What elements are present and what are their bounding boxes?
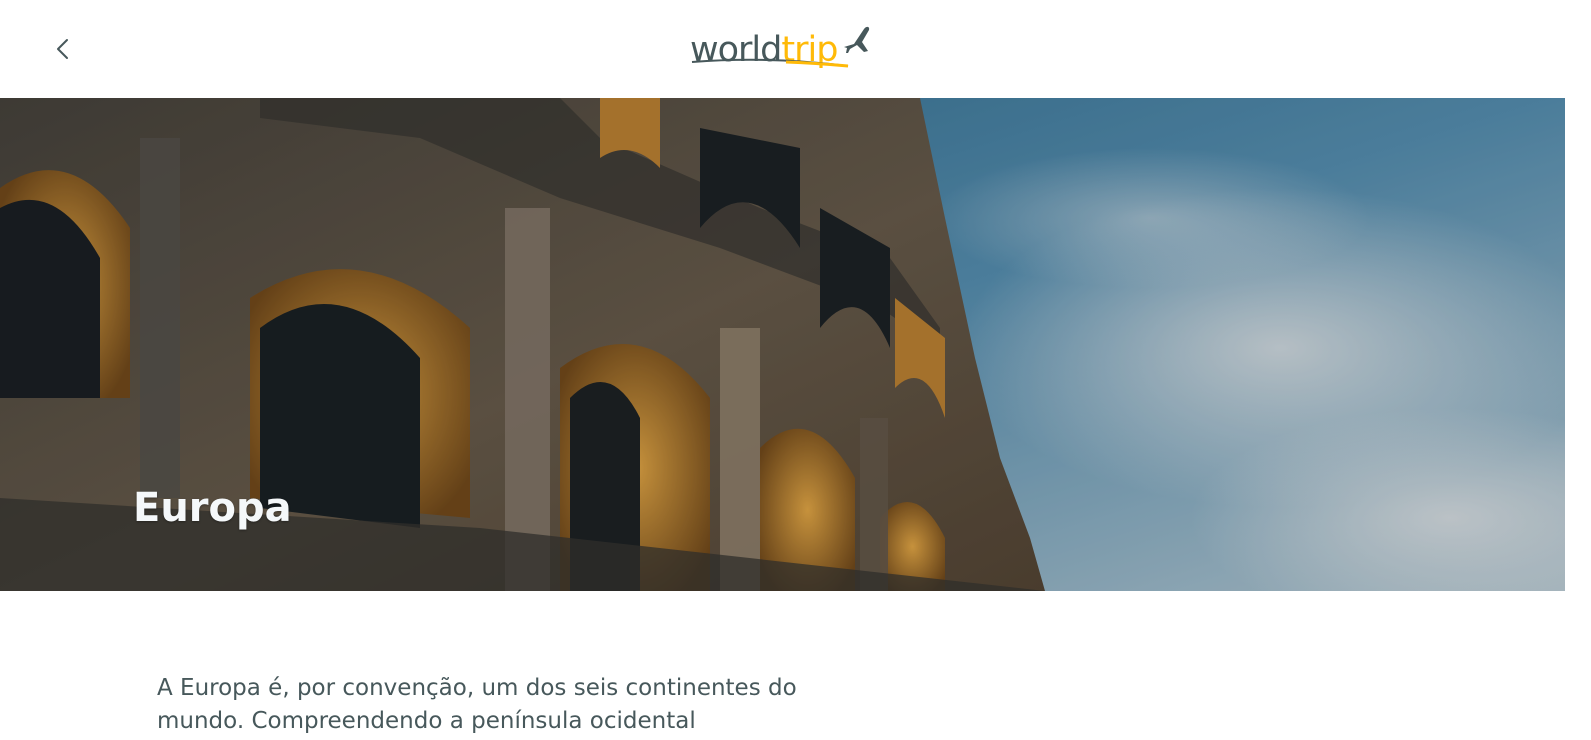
banner: Europa [0, 98, 1565, 591]
logo-swoosh-icon [691, 58, 849, 68]
page: worldtrip Europa A Europa é, por convenç… [0, 0, 1591, 740]
scrollbar[interactable] [1565, 0, 1591, 740]
header: worldtrip [0, 0, 1565, 98]
airplane-icon [844, 26, 870, 53]
content-section: A Europa é, por convenção, um dos seis c… [157, 672, 797, 738]
logo[interactable]: worldtrip [690, 20, 880, 78]
continent-description: A Europa é, por convenção, um dos seis c… [157, 675, 797, 734]
chevron-left-icon [57, 39, 68, 59]
banner-title: Europa [133, 485, 292, 531]
back-button[interactable] [44, 30, 82, 68]
